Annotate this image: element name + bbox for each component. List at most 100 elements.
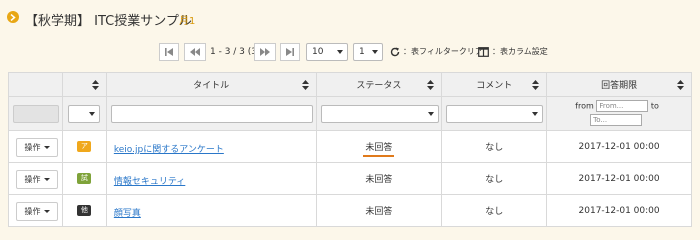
deadline-cell: 2017-12-01 00:00 — [546, 162, 692, 195]
last-page-icon — [286, 48, 294, 56]
title-cell: 情報セキュリティ — [105, 162, 317, 195]
page-number-select[interactable]: 1 — [353, 43, 383, 61]
status-cell: 未回答 — [315, 162, 443, 195]
refresh-icon — [390, 47, 400, 56]
pagination-toolbar: 1 - 3 / 3 (3) 10 1 ：表フィルタークリア ：表カラム設定 — [0, 40, 700, 64]
col-header-status[interactable]: ステータス — [315, 72, 443, 97]
title-filter-input[interactable] — [110, 105, 313, 123]
filter-cell-comment — [441, 96, 548, 131]
page-size-select[interactable]: 10 — [306, 43, 348, 61]
pagination-info: 1 - 3 / 3 (3) — [210, 47, 261, 57]
survey-title-link[interactable]: keio.jpに関するアンケート — [114, 142, 224, 155]
caret-down-icon — [43, 146, 50, 149]
first-page-icon — [165, 48, 173, 56]
filter-cell-operation — [8, 96, 63, 131]
status-cell: 未回答 — [315, 130, 443, 163]
status-filter-select[interactable] — [320, 105, 439, 123]
filter-cell-title — [105, 96, 317, 131]
category-filter-select[interactable] — [67, 105, 100, 123]
filter-clear-link[interactable]: ：表フィルタークリア — [390, 46, 483, 57]
chevron-right-icon[interactable] — [7, 11, 19, 23]
sort-icon — [677, 80, 684, 90]
first-page-button[interactable] — [159, 43, 179, 61]
sort-icon — [427, 80, 435, 90]
from-label: from — [575, 101, 594, 111]
col-header-title-label: タイトル — [193, 81, 230, 91]
category-tag: ア — [77, 141, 92, 152]
caret-down-icon — [43, 178, 50, 181]
col-header-title[interactable]: タイトル — [105, 72, 317, 97]
next-page-button[interactable] — [254, 43, 276, 61]
title-cell: 顔写真 — [105, 194, 317, 227]
survey-title-link[interactable]: 情報セキュリティ — [114, 174, 185, 187]
columns-icon — [478, 46, 489, 57]
status-text-highlighted: 未回答 — [363, 140, 395, 157]
column-settings-label: ：表カラム設定 — [492, 47, 548, 56]
table-row: 操作 他 顔写真 未回答 なし 2017-12-01 00:00 — [8, 194, 692, 227]
comment-cell: なし — [441, 162, 548, 195]
page-number-value: 1 — [359, 47, 365, 57]
col-header-operation — [8, 72, 63, 97]
op-cell: 操作 — [8, 162, 63, 195]
op-cell: 操作 — [8, 194, 63, 227]
category-cell: ア — [61, 130, 107, 163]
col-header-comment-label: コメント — [476, 81, 513, 91]
operation-dropdown-button[interactable]: 操作 — [16, 202, 58, 221]
col-header-status-label: ステータス — [356, 81, 402, 91]
comment-cell: なし — [441, 130, 548, 163]
page-title: 【秋学期】 ITC授業サンプル — [25, 14, 192, 29]
filter-clear-label: ：表フィルタークリア — [403, 47, 483, 56]
to-label: to — [650, 101, 659, 111]
sort-icon — [91, 80, 99, 90]
status-cell: 未回答 — [315, 194, 443, 227]
date-range-filter: from From... to To... — [575, 100, 659, 126]
op-cell: 操作 — [8, 130, 63, 163]
caret-down-icon — [88, 112, 95, 116]
col-header-comment[interactable]: コメント — [441, 72, 548, 97]
caret-down-icon — [372, 50, 378, 54]
rewind-icon — [190, 48, 200, 56]
operation-dropdown-button[interactable]: 操作 — [16, 170, 58, 189]
operation-filter-disabled — [13, 105, 59, 123]
survey-title-link[interactable]: 顔写真 — [114, 206, 141, 219]
column-settings-link[interactable]: ：表カラム設定 — [478, 46, 548, 57]
col-header-deadline-label: 回答期限 — [601, 81, 638, 91]
title-cell: keio.jpに関するアンケート — [105, 130, 317, 163]
fast-forward-icon — [260, 48, 270, 56]
filter-cell-category — [61, 96, 107, 131]
caret-down-icon — [532, 112, 539, 116]
col-header-category[interactable] — [61, 72, 107, 97]
filter-cell-deadline: from From... to To... — [546, 96, 692, 131]
caret-down-icon — [43, 210, 50, 213]
operation-dropdown-button[interactable]: 操作 — [16, 138, 58, 157]
last-page-button[interactable] — [280, 43, 300, 61]
category-cell: 他 — [61, 194, 107, 227]
comment-cell: なし — [441, 194, 548, 227]
table-row: 操作 ア keio.jpに関するアンケート 未回答 なし 2017-12-01 … — [8, 130, 692, 163]
operation-label: 操作 — [24, 207, 41, 216]
table-row: 操作 試 情報セキュリティ 未回答 なし 2017-12-01 00:00 — [8, 162, 692, 195]
sort-icon — [301, 80, 309, 90]
category-tag: 他 — [77, 205, 92, 216]
filter-cell-status — [315, 96, 443, 131]
category-tag: 試 — [77, 173, 92, 184]
status-text: 未回答 — [365, 143, 393, 153]
from-date-input[interactable]: From... — [596, 100, 649, 112]
page-size-value: 10 — [312, 47, 324, 57]
caret-down-icon — [337, 50, 343, 54]
sort-icon — [532, 80, 540, 90]
highlight-underline — [363, 155, 395, 157]
col-header-deadline[interactable]: 回答期限 — [546, 72, 692, 97]
to-date-input[interactable]: To... — [590, 114, 643, 126]
survey-table: タイトル ステータス コメント 回答期限 from From... to To.… — [8, 72, 692, 227]
caret-down-icon — [427, 112, 434, 116]
deadline-cell: 2017-12-01 00:00 — [546, 130, 692, 163]
operation-label: 操作 — [24, 143, 41, 152]
prev-page-button[interactable] — [184, 43, 206, 61]
page-header: 【秋学期】 ITC授業サンプル 月1 — [0, 0, 700, 34]
operation-label: 操作 — [24, 175, 41, 184]
comment-filter-select[interactable] — [446, 105, 544, 123]
page-subtitle: 月1 — [179, 16, 196, 27]
category-cell: 試 — [61, 162, 107, 195]
deadline-cell: 2017-12-01 00:00 — [546, 194, 692, 227]
